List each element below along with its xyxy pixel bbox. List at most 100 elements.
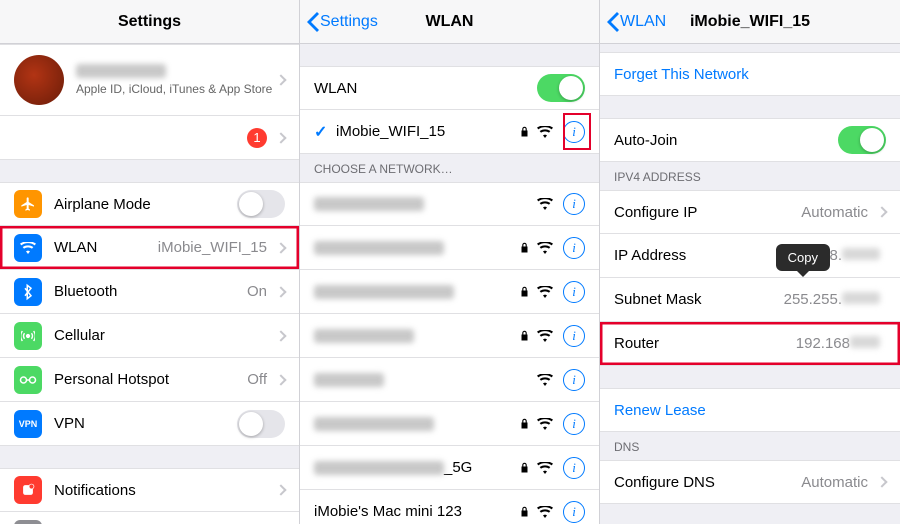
network-name-blurred (314, 373, 384, 387)
navbar-settings: Settings (0, 0, 299, 44)
info-button[interactable]: i (563, 281, 585, 303)
bluetooth-value: On (247, 283, 267, 300)
network-row[interactable]: i (300, 314, 599, 358)
configure-dns-row[interactable]: Configure DNS Automatic (600, 460, 900, 504)
configure-dns-label: Configure DNS (614, 474, 801, 491)
info-button[interactable]: i (563, 237, 585, 259)
hotspot-row[interactable]: Personal Hotspot Off (0, 358, 299, 402)
back-label: WLAN (620, 13, 666, 31)
network-row[interactable]: i (300, 402, 599, 446)
wifi-icon (537, 286, 553, 298)
info-button[interactable]: i (563, 413, 585, 435)
choose-network-header: CHOOSE A NETWORK… (300, 154, 599, 182)
copy-tooltip[interactable]: Copy (776, 244, 830, 271)
lock-icon (520, 418, 529, 430)
network-name: iMobie's Mac mini 123 (314, 503, 512, 520)
nav-title: Settings (0, 13, 299, 31)
wlan-row[interactable]: WLAN iMobie_WIFI_15 (0, 226, 299, 270)
autojoin-toggle[interactable] (838, 126, 886, 154)
info-button[interactable]: i (563, 325, 585, 347)
back-button[interactable]: Settings (300, 12, 378, 32)
wlan-toggle-label: WLAN (314, 80, 537, 97)
vpn-toggle[interactable] (237, 410, 285, 438)
account-subtitle: Apple ID, iCloud, iTunes & App Store (76, 82, 273, 96)
hotspot-icon (14, 366, 42, 394)
chevron-icon (275, 330, 286, 341)
configure-ip-value: Automatic (801, 204, 868, 221)
avatar-icon (14, 55, 64, 105)
chevron-icon (275, 374, 286, 385)
chevron-icon (876, 206, 887, 217)
renew-lease-row[interactable]: Renew Lease (600, 388, 900, 432)
ip-address-label: IP Address (614, 247, 784, 264)
chevron-icon (275, 286, 286, 297)
chevron-icon (275, 484, 286, 495)
info-button[interactable]: i (563, 457, 585, 479)
network-row-imobie-mac[interactable]: iMobie's Mac mini 123 i (300, 490, 599, 524)
update-badge-row[interactable]: 1 (0, 116, 299, 160)
chevron-icon (275, 132, 286, 143)
network-detail-panel: WLAN iMobie_WIFI_15 Forget This Network … (600, 0, 900, 524)
network-row[interactable]: i (300, 182, 599, 226)
notifications-icon (14, 476, 42, 504)
network-name-blurred (314, 285, 454, 299)
info-button[interactable]: i (563, 193, 585, 215)
configure-dns-value: Automatic (801, 474, 868, 491)
network-row[interactable]: i (300, 226, 599, 270)
apple-id-row[interactable]: Apple ID, iCloud, iTunes & App Store (0, 44, 299, 116)
network-name-blurred (314, 329, 414, 343)
ip-address-row: IP Address 192.168. (600, 234, 900, 278)
connected-network-row[interactable]: ✓ iMobie_WIFI_15 i (300, 110, 599, 154)
ipv4-header: IPV4 ADDRESS (600, 162, 900, 190)
airplane-label: Airplane Mode (54, 196, 237, 213)
notifications-row[interactable]: Notifications (0, 468, 299, 512)
chevron-icon (275, 242, 286, 253)
info-button[interactable]: i (563, 369, 585, 391)
bluetooth-row[interactable]: Bluetooth On (0, 270, 299, 314)
control-center-row[interactable]: Control Center (0, 512, 299, 524)
info-button[interactable]: i (563, 121, 585, 143)
lock-icon (520, 242, 529, 254)
configure-ip-label: Configure IP (614, 204, 801, 221)
navbar-wlan: Settings WLAN (300, 0, 599, 44)
airplane-mode-row[interactable]: Airplane Mode (0, 182, 299, 226)
configure-ip-row[interactable]: Configure IP Automatic (600, 190, 900, 234)
chevron-icon (275, 74, 286, 85)
autojoin-label: Auto-Join (614, 132, 838, 149)
back-label: Settings (320, 13, 378, 31)
connected-name: iMobie_WIFI_15 (336, 123, 512, 140)
network-row[interactable]: i (300, 270, 599, 314)
network-name-blurred (314, 417, 434, 431)
chevron-icon (876, 476, 887, 487)
cellular-row[interactable]: Cellular (0, 314, 299, 358)
cellular-icon (14, 322, 42, 350)
network-name-blurred (314, 197, 424, 211)
wlan-panel: Settings WLAN WLAN ✓ iMobie_WIFI_15 i CH… (300, 0, 600, 524)
account-name-blurred (76, 64, 166, 78)
airplane-toggle[interactable] (237, 190, 285, 218)
lock-icon (520, 506, 529, 518)
airplane-icon (14, 190, 42, 218)
wlan-toggle[interactable] (537, 74, 585, 102)
wifi-icon (537, 242, 553, 254)
network-row-5g[interactable]: _5G i (300, 446, 599, 490)
subnet-label: Subnet Mask (614, 291, 784, 308)
lock-icon (520, 330, 529, 342)
lock-icon (520, 462, 529, 474)
subnet-value: 255.255. (784, 291, 880, 308)
lock-icon (520, 286, 529, 298)
router-value: 192.168 (796, 335, 880, 352)
control-center-icon (14, 520, 42, 524)
info-button[interactable]: i (563, 501, 585, 523)
wifi-icon (537, 506, 553, 518)
cellular-label: Cellular (54, 327, 273, 344)
router-label: Router (614, 335, 796, 352)
vpn-row[interactable]: VPN VPN (0, 402, 299, 446)
forget-row[interactable]: Forget This Network (600, 52, 900, 96)
bluetooth-icon (14, 278, 42, 306)
back-button[interactable]: WLAN (600, 12, 666, 32)
hotspot-label: Personal Hotspot (54, 371, 247, 388)
network-row[interactable]: i (300, 358, 599, 402)
navbar-detail: WLAN iMobie_WIFI_15 (600, 0, 900, 44)
wifi-icon (537, 462, 553, 474)
